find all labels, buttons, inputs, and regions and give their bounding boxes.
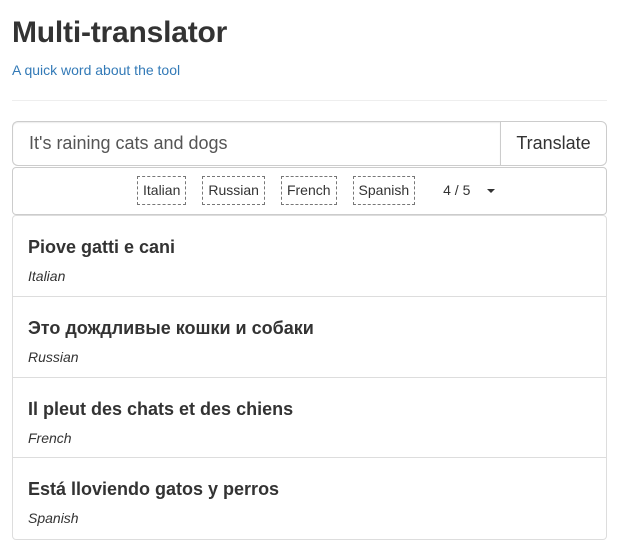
- page-title: Multi-translator: [12, 16, 228, 49]
- result-translation: Это дождливые кошки и собаки: [28, 317, 314, 338]
- result-language: Spanish: [28, 510, 79, 527]
- language-tag-spanish[interactable]: Spanish: [352, 176, 416, 205]
- result-translation: Piove gatti e cani: [28, 237, 176, 257]
- subtitle-link[interactable]: A quick word about the tool: [12, 62, 180, 78]
- caret-down-icon[interactable]: [487, 188, 496, 193]
- result-translation: Il pleut des chats et des chiens: [28, 398, 294, 419]
- result-item: Il pleut des chats et des chiens French: [13, 378, 606, 459]
- result-language: Italian: [28, 268, 66, 284]
- result-language: Russian: [28, 348, 79, 365]
- language-selector-bar: Italian Russian French Spanish 4 / 5: [12, 167, 607, 215]
- phrase-input[interactable]: [12, 121, 500, 166]
- language-count: 4 / 5: [443, 182, 471, 198]
- language-tag-russian[interactable]: Russian: [202, 176, 265, 205]
- language-tag-italian[interactable]: Italian: [137, 176, 187, 205]
- result-item: Piove gatti e cani Italian: [13, 216, 606, 297]
- translate-button[interactable]: Translate: [500, 121, 607, 166]
- language-tags: Italian Russian French Spanish 4 / 5: [137, 176, 496, 205]
- divider: [12, 100, 607, 101]
- result-item: Está lloviendo gatos y perros Spanish: [13, 458, 606, 539]
- translate-input-group: Translate: [12, 121, 607, 166]
- result-language: French: [28, 429, 72, 446]
- result-translation: Está lloviendo gatos y perros: [28, 479, 280, 500]
- result-item: Это дождливые кошки и собаки Russian: [13, 297, 606, 378]
- translation-results-list: Piove gatti e cani Italian Это дождливые…: [12, 215, 607, 540]
- language-tag-french[interactable]: French: [280, 176, 337, 205]
